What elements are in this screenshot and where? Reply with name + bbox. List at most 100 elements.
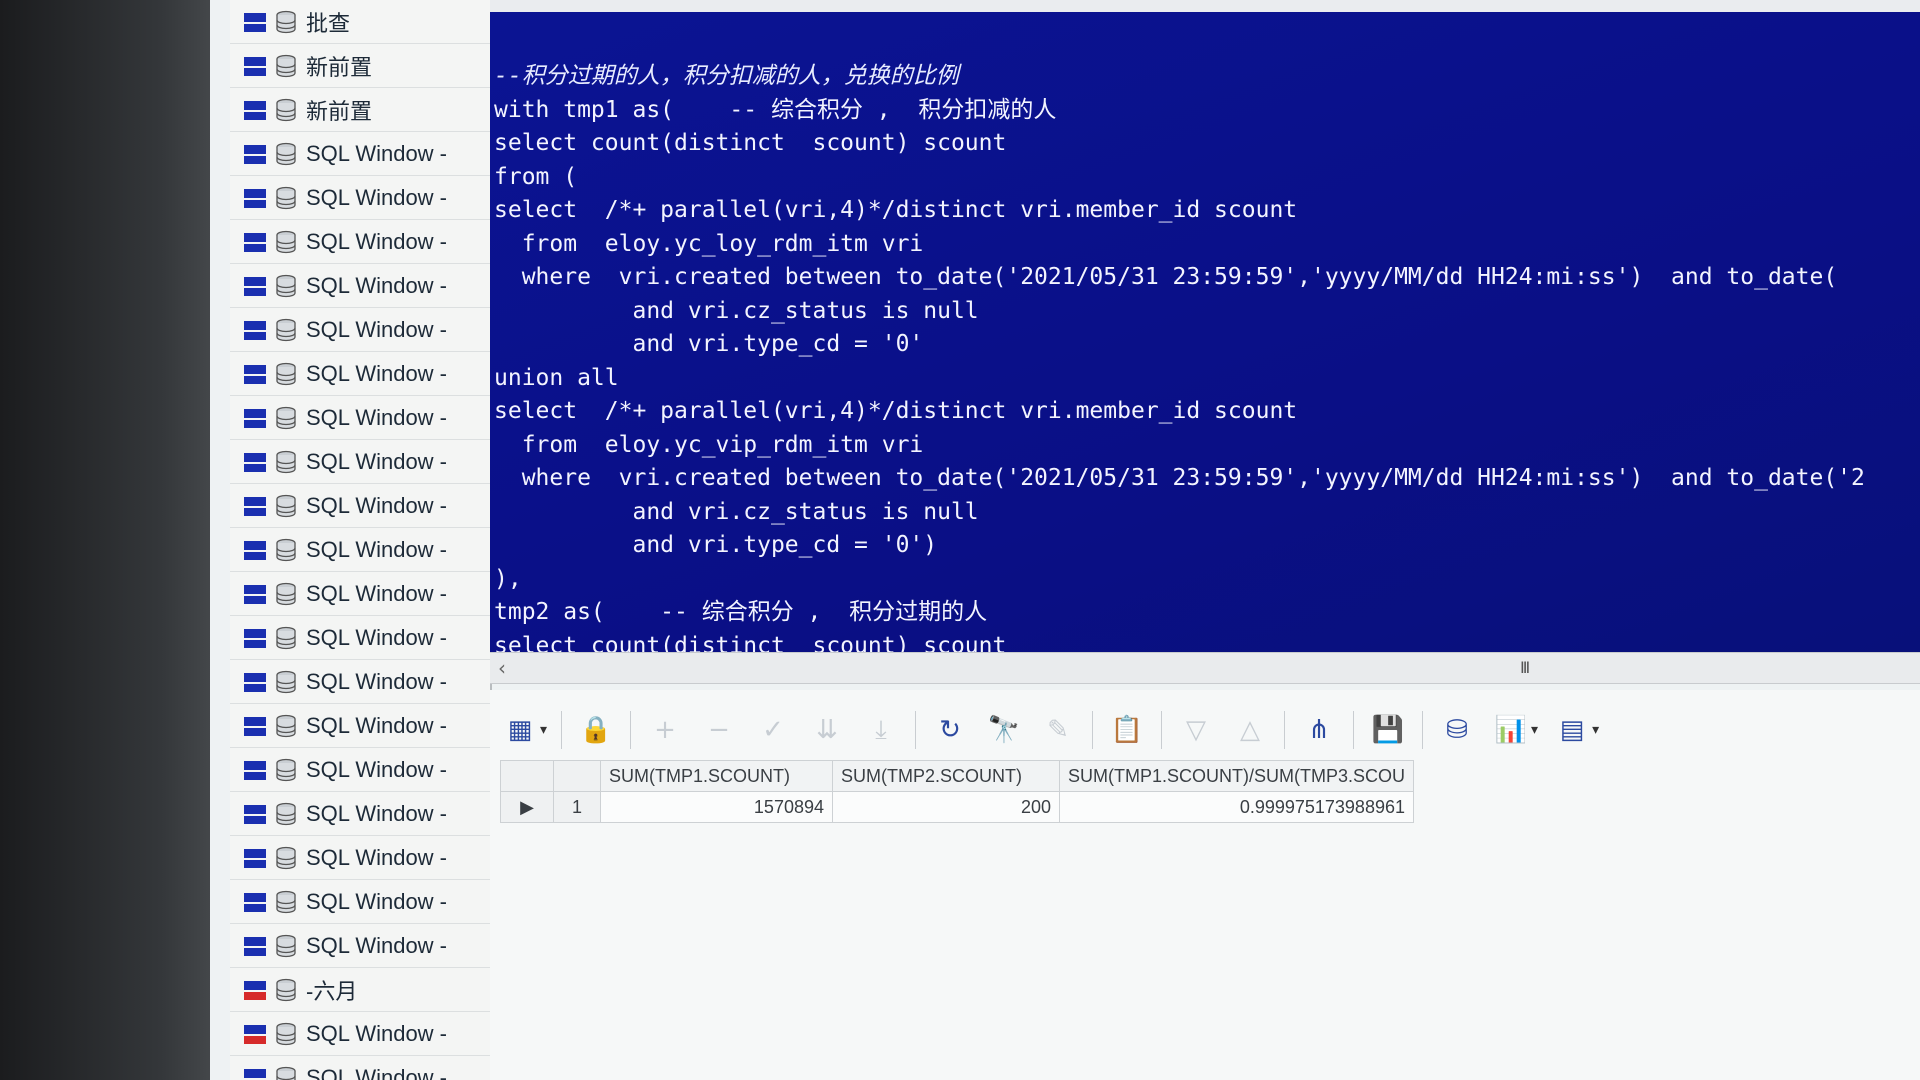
window-list-item[interactable]: SQL Window -: [230, 528, 490, 572]
code-line[interactable]: where vri.created between to_date('2021/…: [494, 462, 1865, 496]
window-list-item[interactable]: SQL Window -: [230, 792, 490, 836]
post-changes-icon[interactable]: ✓: [753, 710, 793, 750]
window-list-item-label: 批查: [306, 10, 351, 36]
code-line[interactable]: from eloy.yc_vip_rdm_itm vri: [494, 429, 1865, 463]
previous-icon[interactable]: △: [1230, 710, 1270, 750]
database-icon: [276, 758, 296, 781]
code-line[interactable]: ),: [494, 563, 1865, 597]
dropdown-caret-icon[interactable]: ▾: [1592, 722, 1599, 738]
database-icon: [276, 450, 296, 473]
database-icon: [276, 494, 296, 517]
window-list-item[interactable]: SQL Window -: [230, 924, 490, 968]
window-list-item[interactable]: SQL Window -: [230, 836, 490, 880]
scroll-left-icon[interactable]: ‹: [498, 656, 506, 680]
code-line[interactable]: select count(distinct scount) scount: [494, 630, 1865, 653]
grid-view-icon[interactable]: ▦: [500, 710, 540, 750]
window-list-item[interactable]: SQL Window -: [230, 660, 490, 704]
window-list-item[interactable]: SQL Window -: [230, 1056, 490, 1080]
window-list-item-label: SQL Window -: [306, 536, 448, 562]
refresh-icon[interactable]: ↻: [930, 710, 970, 750]
export-db-icon[interactable]: ⛁: [1437, 710, 1477, 750]
fetch-last-icon[interactable]: ⤓: [861, 710, 901, 750]
scrollbar-grip[interactable]: III: [1520, 658, 1530, 677]
column-header[interactable]: SUM(TMP1.SCOUNT)/SUM(TMP3.SCOU: [1059, 760, 1414, 792]
window-list-item[interactable]: SQL Window -: [230, 704, 490, 748]
code-line[interactable]: tmp2 as( -- 综合积分 , 积分过期的人: [494, 596, 1865, 630]
copy-icon[interactable]: 📋: [1107, 710, 1147, 750]
code-line[interactable]: select /*+ parallel(vri,4)*/distinct vri…: [494, 194, 1865, 228]
window-list-item[interactable]: SQL Window -: [230, 440, 490, 484]
report-icon[interactable]: ▤: [1552, 710, 1592, 750]
window-list-item[interactable]: SQL Window -: [230, 616, 490, 660]
window-list-item-label: SQL Window -: [306, 228, 448, 254]
table-cell[interactable]: 1570894: [600, 791, 833, 823]
database-icon: [276, 230, 296, 253]
add-record-icon[interactable]: +: [645, 710, 685, 750]
editor-horizontal-scrollbar[interactable]: ‹ III: [490, 652, 1920, 684]
window-list-item[interactable]: SQL Window -: [230, 352, 490, 396]
code-line[interactable]: select count(distinct scount) scount: [494, 127, 1865, 161]
next-icon[interactable]: ▽: [1176, 710, 1216, 750]
window-list-item[interactable]: SQL Window -: [230, 264, 490, 308]
sql-code[interactable]: --积分过期的人，积分扣减的人，兑换的比例 with tmp1 as( -- 综合…: [494, 60, 1865, 652]
column-header[interactable]: SUM(TMP1.SCOUNT): [600, 760, 833, 792]
window-color-flag-icon: [244, 275, 266, 297]
table-cell[interactable]: 0.999975173988961: [1059, 791, 1414, 823]
window-color-flag-icon: [244, 583, 266, 605]
window-list-item[interactable]: SQL Window -: [230, 748, 490, 792]
window-list-item[interactable]: SQL Window -: [230, 308, 490, 352]
window-list-item[interactable]: SQL Window -: [230, 1012, 490, 1056]
code-line[interactable]: and vri.type_cd = '0'): [494, 529, 1865, 563]
dropdown-caret-icon[interactable]: ▾: [540, 722, 547, 738]
dropdown-caret-icon[interactable]: ▾: [1531, 722, 1538, 738]
column-header[interactable]: SUM(TMP2.SCOUNT): [832, 760, 1060, 792]
window-list: 批查 新前置 新前置 SQL Window - SQL Window - SQL Wind…: [230, 0, 492, 1080]
window-list-item-label: SQL Window -: [306, 448, 448, 474]
window-list-item[interactable]: SQL Window -: [230, 484, 490, 528]
delete-record-icon[interactable]: −: [699, 710, 739, 750]
code-line[interactable]: --积分过期的人，积分扣减的人，兑换的比例: [494, 60, 1865, 94]
window-list-item[interactable]: 新前置: [230, 44, 490, 88]
window-list-item-label: SQL Window -: [306, 140, 448, 166]
database-icon: [276, 626, 296, 649]
window-list-item[interactable]: -六月: [230, 968, 490, 1012]
window-list-item[interactable]: 新前置: [230, 88, 490, 132]
table-row[interactable]: ▶ 1 1570894 200 0.999975173988961: [500, 791, 1414, 823]
result-grid[interactable]: SUM(TMP1.SCOUNT) SUM(TMP2.SCOUNT) SUM(TM…: [500, 760, 1414, 823]
window-list-item-label: 新前置: [306, 98, 373, 124]
code-line[interactable]: and vri.cz_status is null: [494, 496, 1865, 530]
lock-icon[interactable]: 🔒: [576, 710, 616, 750]
window-list-item[interactable]: SQL Window -: [230, 176, 490, 220]
code-line[interactable]: from eloy.yc_loy_rdm_itm vri: [494, 228, 1865, 262]
code-line[interactable]: and vri.cz_status is null: [494, 295, 1865, 329]
code-line[interactable]: with tmp1 as( -- 综合积分 , 积分扣减的人: [494, 94, 1865, 128]
code-line[interactable]: select /*+ parallel(vri,4)*/distinct vri…: [494, 395, 1865, 429]
window-list-item-label: SQL Window -: [306, 360, 448, 386]
window-list-item-label: -六月: [306, 978, 358, 1004]
sql-editor[interactable]: --积分过期的人，积分扣减的人，兑换的比例 with tmp1 as( -- 综合…: [490, 12, 1920, 652]
code-line[interactable]: and vri.type_cd = '0': [494, 328, 1865, 362]
window-list-item[interactable]: SQL Window -: [230, 220, 490, 264]
window-list-item[interactable]: SQL Window -: [230, 396, 490, 440]
database-icon: [276, 802, 296, 825]
window-list-item[interactable]: SQL Window -: [230, 572, 490, 616]
code-line[interactable]: from (: [494, 161, 1865, 195]
toolbar-separator: [561, 711, 563, 749]
table-cell[interactable]: 200: [832, 791, 1060, 823]
window-list-item[interactable]: 批查: [230, 0, 490, 44]
fetch-next-icon[interactable]: ⇊: [807, 710, 847, 750]
code-line[interactable]: where vri.created between to_date('2021/…: [494, 261, 1865, 295]
window-list-item-label: SQL Window -: [306, 404, 448, 430]
clear-icon[interactable]: ✎: [1038, 710, 1078, 750]
window-list-item[interactable]: SQL Window -: [230, 132, 490, 176]
window-list-item[interactable]: SQL Window -: [230, 880, 490, 924]
tree-icon[interactable]: ⋔: [1299, 710, 1339, 750]
database-icon: [276, 98, 296, 121]
window-color-flag-icon: [244, 55, 266, 77]
find-icon[interactable]: 🔭: [984, 710, 1024, 750]
database-icon: [276, 318, 296, 341]
toolbar-separator: [1161, 711, 1163, 749]
save-icon[interactable]: 💾: [1368, 710, 1408, 750]
chart-icon[interactable]: 📊: [1491, 710, 1531, 750]
code-line[interactable]: union all: [494, 362, 1865, 396]
